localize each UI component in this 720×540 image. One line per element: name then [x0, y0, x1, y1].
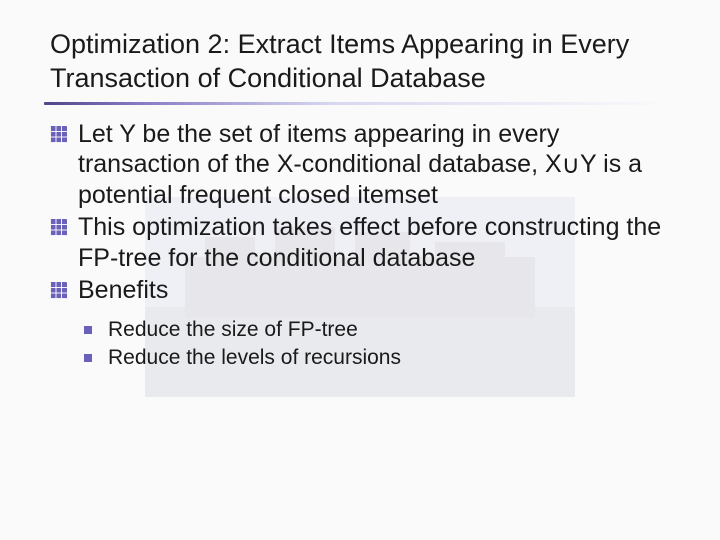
sub-bullet-1: Reduce the size of FP-tree — [108, 316, 680, 344]
bullet-item-1: Let Y be the set of items appearing in e… — [78, 119, 680, 211]
sub-bullet-list: Reduce the size of FP-tree Reduce the le… — [50, 316, 680, 373]
bullet-item-2: This optimization takes effect before co… — [78, 212, 680, 273]
slide-title: Optimization 2: Extract Items Appearing … — [50, 28, 680, 96]
slide-content: Optimization 2: Extract Items Appearing … — [0, 0, 720, 372]
bullet-item-3: Benefits — [78, 275, 680, 306]
union-symbol: ∪ — [562, 150, 580, 181]
sub-bullet-2: Reduce the levels of recursions — [108, 344, 680, 372]
title-underline — [44, 102, 682, 105]
main-bullet-list: Let Y be the set of items appearing in e… — [50, 119, 680, 306]
bullet-1-text-pre: Let Y be the set of items appearing in e… — [78, 120, 562, 179]
